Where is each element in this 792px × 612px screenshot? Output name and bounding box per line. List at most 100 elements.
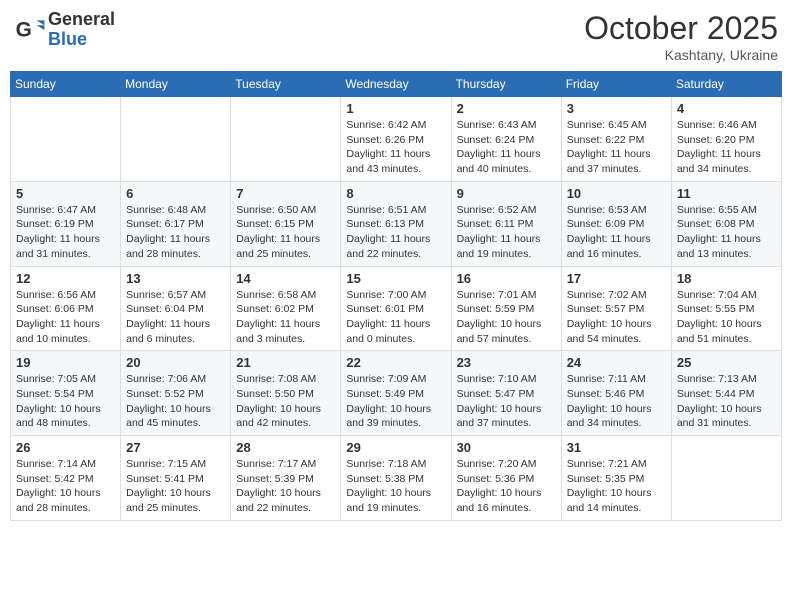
calendar-cell: 14Sunrise: 6:58 AM Sunset: 6:02 PM Dayli… [231, 266, 341, 351]
day-info: Sunrise: 7:02 AM Sunset: 5:57 PM Dayligh… [567, 288, 666, 347]
calendar-cell: 30Sunrise: 7:20 AM Sunset: 5:36 PM Dayli… [451, 436, 561, 521]
calendar-cell: 1 Sunrise: 6:42 AM Sunset: 6:26 PM Daylig… [341, 97, 451, 182]
logo-text: General Blue [48, 10, 115, 50]
calendar-cell: 2Sunrise: 6:43 AM Sunset: 6:24 PM Daylig… [451, 97, 561, 182]
calendar-week-1: 1 Sunrise: 6:42 AM Sunset: 6:26 PM Daylig… [11, 97, 782, 182]
calendar-cell: 5 Sunrise: 6:47 AM Sunset: 6:19 PM Daylig… [11, 181, 121, 266]
day-number: 29 [346, 440, 445, 455]
weekday-header-saturday: Saturday [671, 72, 781, 97]
day-info: Sunrise: 6:48 AM Sunset: 6:17 PM Dayligh… [126, 203, 225, 262]
day-number: 30 [457, 440, 556, 455]
day-info: Sunrise: 6:51 AM Sunset: 6:13 PM Dayligh… [346, 203, 445, 262]
day-number: 4 [677, 101, 776, 116]
calendar-cell: 12 Sunrise: 6:56 AM Sunset: 6:06 PM Dayli… [11, 266, 121, 351]
day-number: 31 [567, 440, 666, 455]
calendar-cell: 19Sunrise: 7:05 AM Sunset: 5:54 PM Dayli… [11, 351, 121, 436]
day-number: 26 [16, 440, 115, 455]
day-number: 23 [457, 355, 556, 370]
day-number: 16 [457, 271, 556, 286]
calendar-cell: 21 Sunrise: 7:08 AM Sunset: 5:50 PM Dayli… [231, 351, 341, 436]
calendar-week-3: 12 Sunrise: 6:56 AM Sunset: 6:06 PM Dayli… [11, 266, 782, 351]
calendar-cell: 7Sunrise: 6:50 AM Sunset: 6:15 PM Daylig… [231, 181, 341, 266]
day-info: Sunrise: 7:11 AM Sunset: 5:46 PM Dayligh… [567, 372, 666, 431]
day-number: 18 [677, 271, 776, 286]
day-info: Sunrise: 6:53 AM Sunset: 6:09 PM Dayligh… [567, 203, 666, 262]
calendar-cell [231, 97, 341, 182]
calendar-cell: 17 Sunrise: 7:02 AM Sunset: 5:57 PM Dayli… [561, 266, 671, 351]
logo: G General Blue [14, 10, 115, 50]
logo-general: General [48, 10, 115, 30]
calendar-cell: 15 Sunrise: 7:00 AM Sunset: 6:01 PM Dayli… [341, 266, 451, 351]
day-info: Sunrise: 7:17 AM Sunset: 5:39 PM Dayligh… [236, 457, 335, 516]
day-info: Sunrise: 7:15 AM Sunset: 5:41 PM Dayligh… [126, 457, 225, 516]
weekday-header-thursday: Thursday [451, 72, 561, 97]
calendar-week-5: 26 Sunrise: 7:14 AM Sunset: 5:42 PM Dayli… [11, 436, 782, 521]
day-info: Sunrise: 7:14 AM Sunset: 5:42 PM Dayligh… [16, 457, 115, 516]
day-info: Sunrise: 6:52 AM Sunset: 6:11 PM Dayligh… [457, 203, 556, 262]
calendar-cell: 6 Sunrise: 6:48 AM Sunset: 6:17 PM Daylig… [121, 181, 231, 266]
day-number: 19 [16, 355, 115, 370]
day-info: Sunrise: 7:08 AM Sunset: 5:50 PM Dayligh… [236, 372, 335, 431]
calendar-week-2: 5 Sunrise: 6:47 AM Sunset: 6:19 PM Daylig… [11, 181, 782, 266]
calendar-cell: 3Sunrise: 6:45 AM Sunset: 6:22 PM Daylig… [561, 97, 671, 182]
day-number: 2 [457, 101, 556, 116]
calendar-cell: 25Sunrise: 7:13 AM Sunset: 5:44 PM Dayli… [671, 351, 781, 436]
day-number: 5 [16, 186, 115, 201]
calendar-cell: 16 Sunrise: 7:01 AM Sunset: 5:59 PM Dayli… [451, 266, 561, 351]
calendar-cell [121, 97, 231, 182]
calendar-cell: 18 Sunrise: 7:04 AM Sunset: 5:55 PM Dayli… [671, 266, 781, 351]
calendar-week-4: 19Sunrise: 7:05 AM Sunset: 5:54 PM Dayli… [11, 351, 782, 436]
day-info: Sunrise: 7:21 AM Sunset: 5:35 PM Dayligh… [567, 457, 666, 516]
day-number: 6 [126, 186, 225, 201]
day-number: 21 [236, 355, 335, 370]
calendar-table: SundayMondayTuesdayWednesdayThursdayFrid… [10, 71, 782, 521]
calendar-cell: 13Sunrise: 6:57 AM Sunset: 6:04 PM Dayli… [121, 266, 231, 351]
calendar-cell: 11Sunrise: 6:55 AM Sunset: 6:08 PM Dayli… [671, 181, 781, 266]
day-number: 25 [677, 355, 776, 370]
calendar-cell: 29 Sunrise: 7:18 AM Sunset: 5:38 PM Dayli… [341, 436, 451, 521]
calendar-cell [671, 436, 781, 521]
day-info: Sunrise: 7:10 AM Sunset: 5:47 PM Dayligh… [457, 372, 556, 431]
day-info: Sunrise: 6:56 AM Sunset: 6:06 PM Dayligh… [16, 288, 115, 347]
day-number: 3 [567, 101, 666, 116]
day-info: Sunrise: 7:01 AM Sunset: 5:59 PM Dayligh… [457, 288, 556, 347]
calendar-cell: 24 Sunrise: 7:11 AM Sunset: 5:46 PM Dayli… [561, 351, 671, 436]
day-number: 9 [457, 186, 556, 201]
day-info: Sunrise: 6:50 AM Sunset: 6:15 PM Dayligh… [236, 203, 335, 262]
page-header: G General Blue October 2025 Kashtany, Uk… [10, 10, 782, 63]
day-number: 13 [126, 271, 225, 286]
day-number: 12 [16, 271, 115, 286]
day-info: Sunrise: 6:46 AM Sunset: 6:20 PM Dayligh… [677, 118, 776, 177]
day-number: 17 [567, 271, 666, 286]
day-number: 1 [346, 101, 445, 116]
svg-text:G: G [16, 18, 32, 41]
day-info: Sunrise: 7:00 AM Sunset: 6:01 PM Dayligh… [346, 288, 445, 347]
day-info: Sunrise: 6:55 AM Sunset: 6:08 PM Dayligh… [677, 203, 776, 262]
calendar-cell: 10 Sunrise: 6:53 AM Sunset: 6:09 PM Dayli… [561, 181, 671, 266]
day-info: Sunrise: 7:18 AM Sunset: 5:38 PM Dayligh… [346, 457, 445, 516]
location-subtitle: Kashtany, Ukraine [584, 47, 778, 63]
day-info: Sunrise: 7:09 AM Sunset: 5:49 PM Dayligh… [346, 372, 445, 431]
day-info: Sunrise: 7:04 AM Sunset: 5:55 PM Dayligh… [677, 288, 776, 347]
weekday-header-sunday: Sunday [11, 72, 121, 97]
day-info: Sunrise: 6:42 AM Sunset: 6:26 PM Dayligh… [346, 118, 445, 177]
day-info: Sunrise: 6:47 AM Sunset: 6:19 PM Dayligh… [16, 203, 115, 262]
calendar-cell: 28Sunrise: 7:17 AM Sunset: 5:39 PM Dayli… [231, 436, 341, 521]
weekday-header-tuesday: Tuesday [231, 72, 341, 97]
logo-blue: Blue [48, 30, 115, 50]
day-number: 10 [567, 186, 666, 201]
calendar-cell: 20Sunrise: 7:06 AM Sunset: 5:52 PM Dayli… [121, 351, 231, 436]
calendar-cell: 4 Sunrise: 6:46 AM Sunset: 6:20 PM Daylig… [671, 97, 781, 182]
calendar-cell: 9 Sunrise: 6:52 AM Sunset: 6:11 PM Daylig… [451, 181, 561, 266]
day-number: 22 [346, 355, 445, 370]
logo-icon: G [14, 14, 46, 46]
calendar-cell: 23 Sunrise: 7:10 AM Sunset: 5:47 PM Dayli… [451, 351, 561, 436]
day-number: 15 [346, 271, 445, 286]
month-title: October 2025 [584, 10, 778, 47]
day-number: 27 [126, 440, 225, 455]
calendar-cell [11, 97, 121, 182]
day-number: 24 [567, 355, 666, 370]
title-block: October 2025 Kashtany, Ukraine [584, 10, 778, 63]
day-number: 8 [346, 186, 445, 201]
calendar-cell: 8 Sunrise: 6:51 AM Sunset: 6:13 PM Daylig… [341, 181, 451, 266]
